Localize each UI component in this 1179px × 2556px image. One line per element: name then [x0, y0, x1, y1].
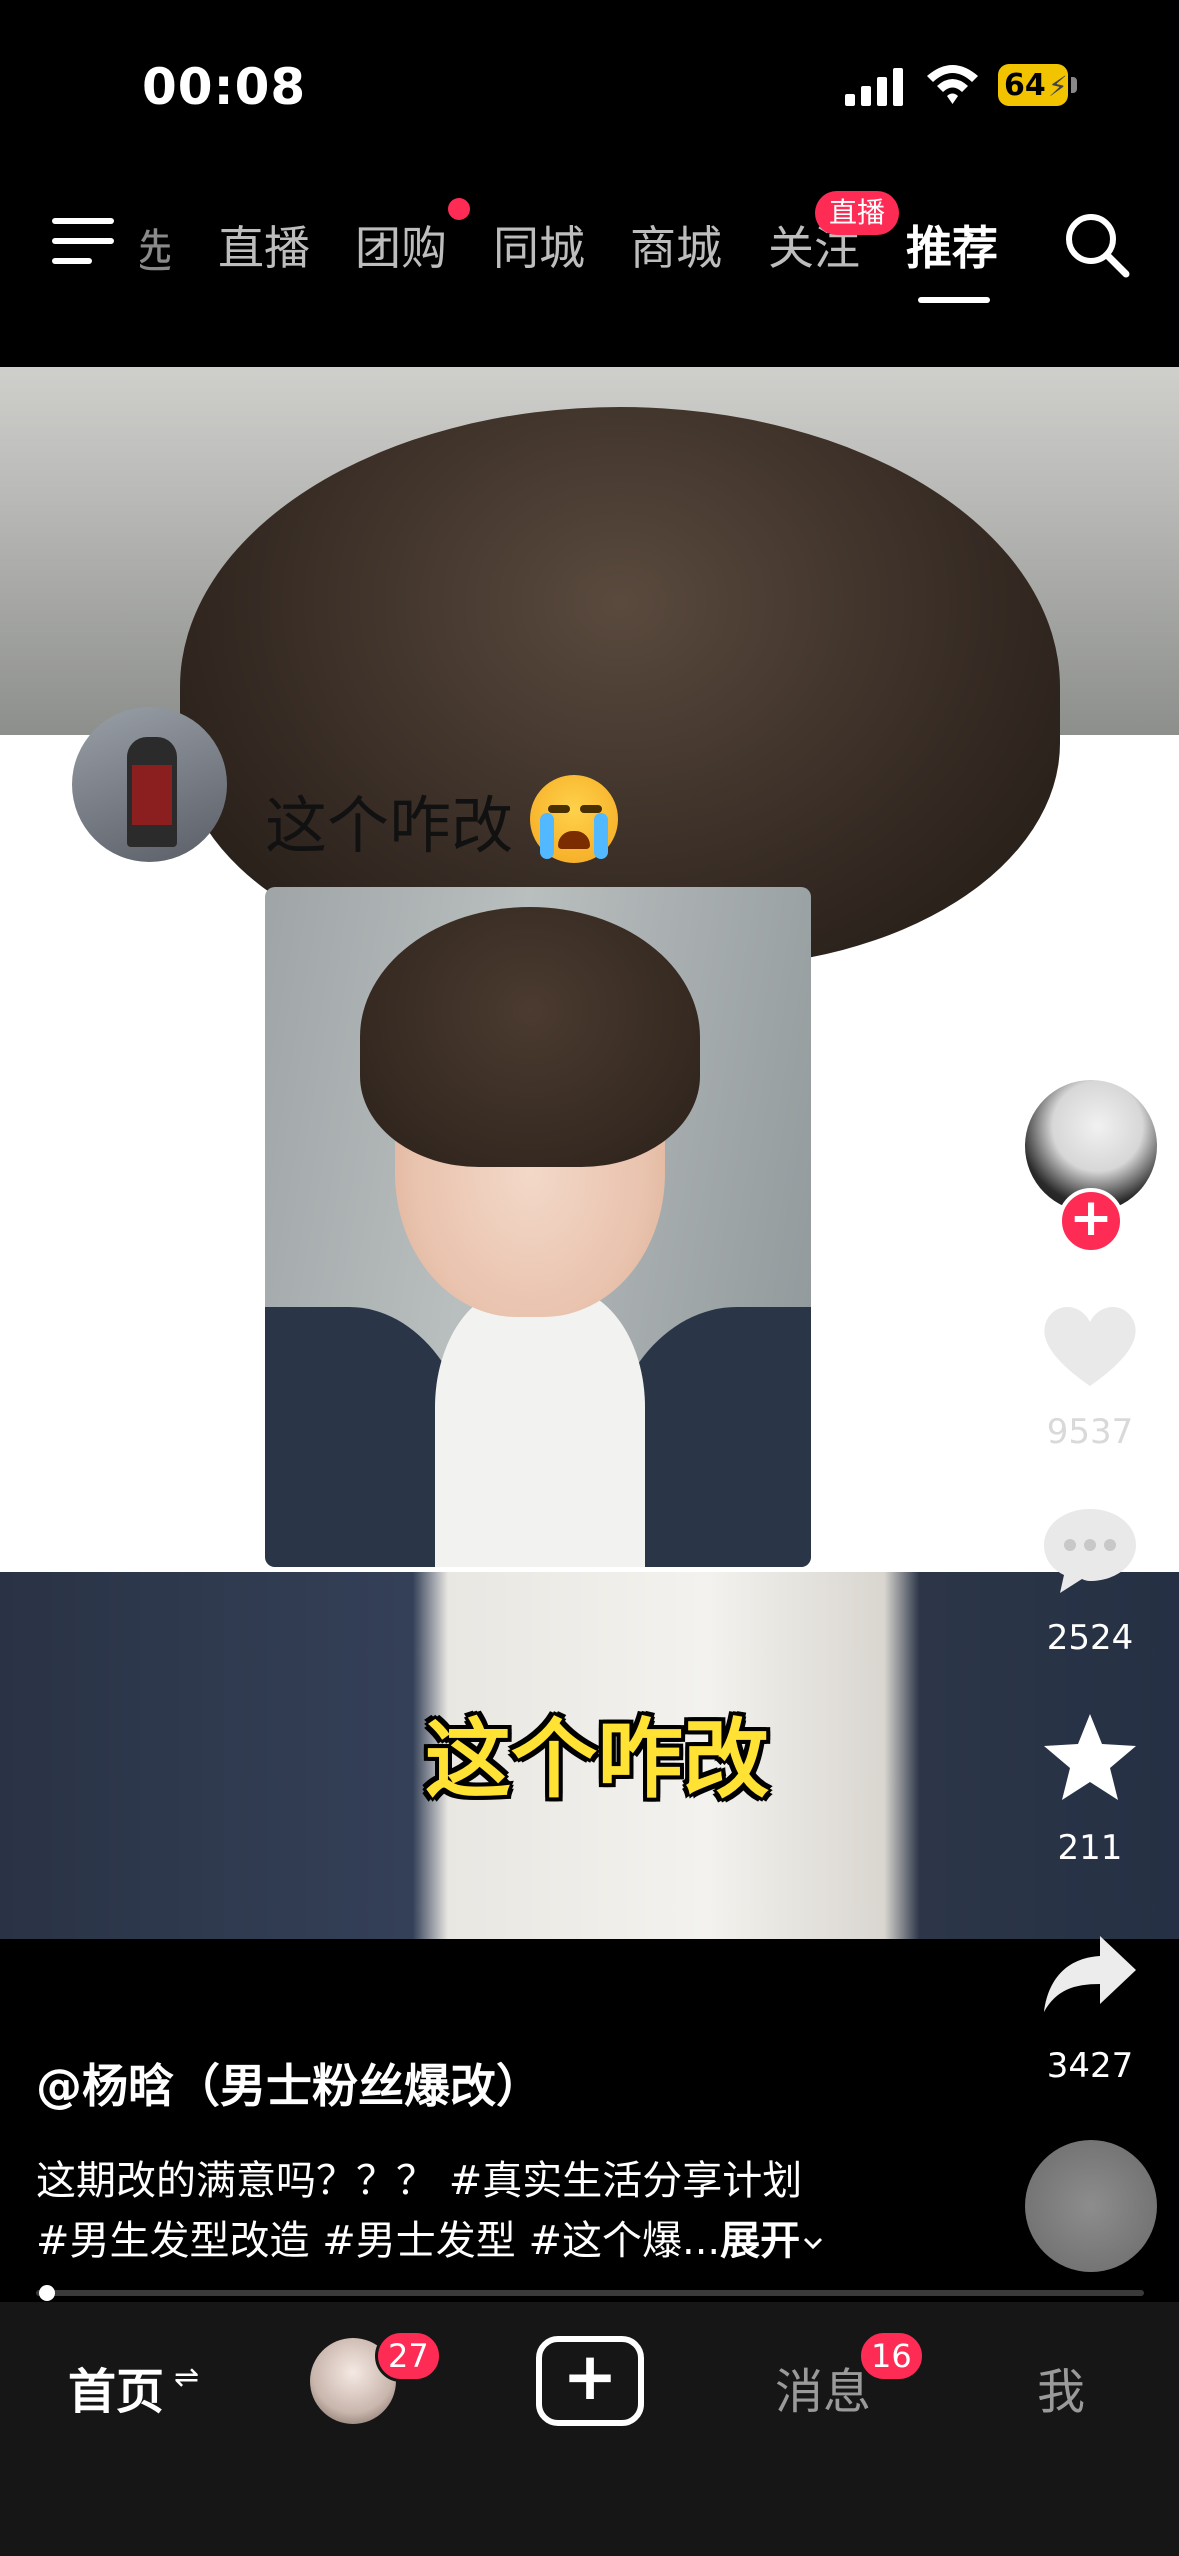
refresh-arrows-icon: ⇌	[174, 2360, 200, 2395]
notification-dot	[448, 198, 470, 220]
post-avatar	[72, 707, 227, 862]
tab-nearby[interactable]: 同城	[493, 212, 585, 278]
author-name[interactable]: @杨晗（男士粉丝爆改）	[36, 2050, 542, 2116]
progress-handle[interactable]	[39, 2285, 56, 2301]
heart-icon[interactable]	[1040, 1300, 1140, 1390]
description-line-2-text: #男生发型改造 #男士发型 #这个爆...	[36, 2218, 721, 2264]
create-button[interactable]: +	[536, 2336, 644, 2426]
description-line-2: #男生发型改造 #男士发型 #这个爆...展开	[36, 2208, 826, 2266]
follow-button[interactable]: +	[1058, 1188, 1124, 1254]
video-frame-hair	[0, 367, 1179, 967]
video-player[interactable]: 这个咋改 这个咋改	[0, 367, 1179, 1939]
description-line-1: 这期改的满意吗？？？ #真实生活分享计划	[36, 2158, 803, 2204]
battery-icon: 64 ⚡	[998, 64, 1080, 106]
comment-icon[interactable]	[1040, 1505, 1140, 1595]
crying-emoji-icon	[530, 775, 618, 863]
expand-button[interactable]: 展开	[720, 2218, 826, 2264]
charging-bolt-icon: ⚡	[1048, 70, 1068, 103]
share-count: 3427	[1046, 2046, 1134, 2086]
progress-bar[interactable]	[36, 2290, 1144, 2296]
live-badge: 直播	[815, 191, 900, 235]
tab-messages[interactable]: 消息	[775, 2352, 871, 2422]
active-tab-indicator	[918, 297, 990, 303]
tab-recommended[interactable]: 推荐	[906, 212, 998, 278]
tab-mall[interactable]: 商城	[630, 212, 722, 278]
tab-group-buy[interactable]: 团购	[355, 212, 447, 278]
post-text: 这个咋改	[265, 789, 514, 862]
share-icon[interactable]	[1040, 1932, 1140, 2022]
video-caption: 这个咋改	[425, 1710, 769, 1810]
post-photo	[265, 887, 811, 1567]
star-icon[interactable]	[1040, 1712, 1140, 1802]
menu-icon[interactable]	[52, 218, 114, 268]
messages-badge: 16	[858, 2330, 925, 2382]
tab-home[interactable]: 首页	[68, 2352, 164, 2422]
battery-level: 64	[1004, 67, 1046, 103]
music-disc-icon[interactable]	[1025, 2140, 1157, 2272]
tab-me[interactable]: 我	[1037, 2352, 1085, 2422]
search-icon[interactable]	[1062, 210, 1132, 280]
like-count: 9537	[1046, 1412, 1134, 1452]
tab-partial[interactable]: 选	[140, 215, 172, 281]
comment-count: 2524	[1046, 1618, 1134, 1658]
wifi-icon	[927, 65, 978, 104]
friends-badge: 27	[375, 2330, 442, 2382]
expand-label: 展开	[720, 2218, 801, 2264]
tab-live[interactable]: 直播	[218, 212, 310, 278]
cellular-signal-icon	[845, 68, 903, 106]
status-time: 00:08	[142, 58, 307, 116]
chevron-down-icon	[804, 2237, 823, 2250]
favorite-count: 211	[1057, 1828, 1123, 1868]
